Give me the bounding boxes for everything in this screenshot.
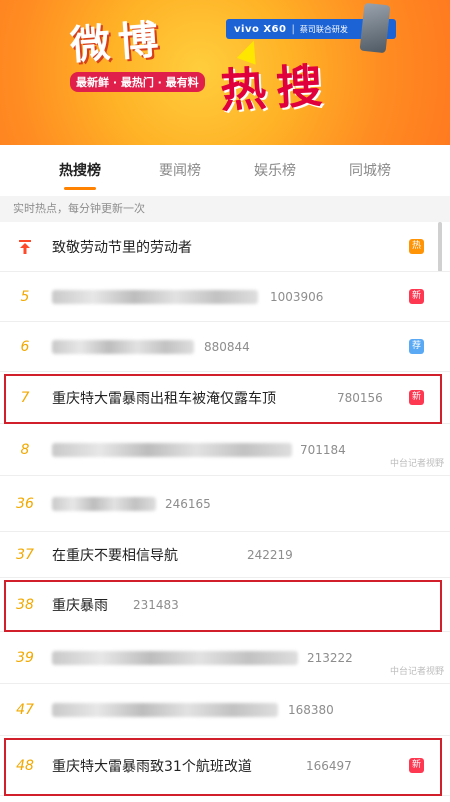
blurred-title[interactable] [52, 339, 194, 354]
ranking-tabs: 热搜榜 要闻榜 娱乐榜 同城榜 [0, 150, 450, 190]
blurred-title[interactable] [52, 289, 258, 304]
tab-entertainment[interactable]: 娱乐榜 [230, 160, 320, 180]
hot-search-banner: 微博 热搜 最新鲜 · 最热门 · 最有料 vivo X60 | 蔡司联合研发 [0, 0, 450, 145]
hot-search-row[interactable]: 8 701184 中台记者视野 [0, 424, 450, 476]
tab-local[interactable]: 同城榜 [325, 160, 415, 180]
search-count: 168380 [288, 702, 334, 717]
hot-search-logo-text: 热搜 [218, 58, 334, 118]
pinned-top-icon [12, 222, 38, 271]
hot-search-row[interactable]: 39 213222 中台记者视野 [0, 632, 450, 684]
highlight-box [4, 374, 442, 424]
tab-news[interactable]: 要闻榜 [135, 160, 225, 180]
realtime-notice: 实时热点，每分钟更新一次 [0, 196, 450, 222]
blurred-title[interactable] [52, 496, 156, 511]
blurred-title[interactable] [52, 650, 298, 665]
search-count: 880844 [204, 339, 250, 354]
recommend-badge: 荐 [409, 338, 424, 354]
hot-search-row[interactable]: 47 168380 [0, 684, 450, 736]
search-count: 246165 [165, 496, 211, 511]
rank-number: 8 [20, 441, 30, 458]
highlight-box [4, 580, 442, 632]
hot-search-row[interactable]: 36 246165 [0, 476, 450, 532]
hot-search-row[interactable]: 6 880844 荐 [0, 322, 450, 372]
hot-badge: 热 [409, 238, 424, 254]
new-badge: 新 [409, 288, 424, 304]
search-count: 701184 [300, 442, 346, 457]
tab-hot-search[interactable]: 热搜榜 [35, 160, 125, 190]
rank-number: 5 [20, 288, 30, 305]
sponsor-separator: | [291, 23, 295, 35]
search-count: 1003906 [270, 289, 324, 304]
hot-search-row[interactable]: 致敬劳动节里的劳动者 热 [0, 222, 450, 272]
blurred-title[interactable] [52, 702, 278, 717]
sponsor-tag: 蔡司联合研发 [299, 24, 348, 34]
rank-number: 47 [16, 701, 34, 718]
rank-number: 36 [16, 495, 34, 512]
rank-number: 39 [16, 649, 34, 666]
highlight-box [4, 738, 442, 796]
blurred-title[interactable] [52, 442, 292, 457]
rank-number: 37 [16, 546, 34, 563]
weibo-logo-text: 微博 [68, 15, 168, 70]
sponsor-brand: vivo X60 [234, 23, 287, 35]
search-count: 242219 [247, 547, 293, 562]
rank-number: 6 [20, 338, 30, 355]
row-title[interactable]: 致敬劳动节里的劳动者 [52, 222, 192, 271]
search-count: 213222 [307, 650, 353, 665]
tab-label: 热搜榜 [59, 163, 101, 179]
banner-slogan: 最新鲜 · 最热门 · 最有料 [70, 72, 205, 92]
phone-image [359, 2, 391, 54]
hot-search-row[interactable]: 5 1003906 新 [0, 272, 450, 322]
row-title[interactable]: 在重庆不要相信导航 [52, 532, 178, 577]
active-tab-indicator [64, 187, 96, 190]
watermark: 中台记者视野 [389, 459, 444, 469]
watermark: 中台记者视野 [389, 667, 444, 677]
hot-search-row[interactable]: 37 在重庆不要相信导航 242219 [0, 532, 450, 578]
